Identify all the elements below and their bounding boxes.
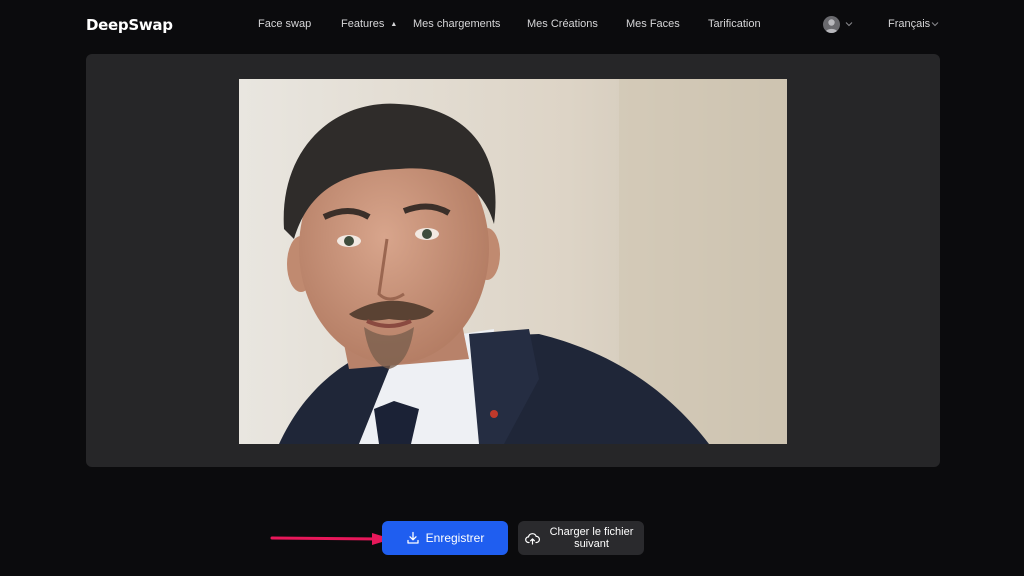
user-icon (825, 19, 838, 33)
chevron-down-icon[interactable] (844, 19, 854, 29)
nav-mes-faces[interactable]: Mes Faces (626, 18, 680, 30)
nav-mes-chargements[interactable]: Mes chargements (413, 18, 500, 30)
upload-next-file-label: Charger le fichier suivant (549, 526, 634, 550)
user-avatar[interactable] (823, 16, 840, 33)
language-chevron-down-icon[interactable] (930, 19, 940, 29)
download-icon (407, 531, 419, 544)
language-selector[interactable]: Français (888, 18, 930, 30)
language-label: Français (888, 18, 931, 30)
portrait-illustration (239, 79, 787, 444)
annotation-arrow (270, 533, 392, 545)
nav-tarification[interactable]: Tarification (708, 18, 761, 30)
page: DeepSwap Face swap Features ▲ Mes chargem… (0, 0, 1024, 576)
deepswap-logo[interactable]: DeepSwap (86, 16, 173, 34)
upload-next-file-button[interactable]: Charger le fichier suivant (518, 521, 644, 555)
face-swap-result-image (239, 79, 787, 444)
cloud-upload-icon (524, 532, 540, 545)
nav-features-label: Features (341, 18, 385, 30)
caret-up-icon: ▲ (390, 21, 398, 28)
top-navigation: DeepSwap Face swap Features ▲ Mes chargem… (0, 0, 1024, 50)
save-button-label: Enregistrer (425, 531, 485, 545)
nav-mes-creations[interactable]: Mes Créations (527, 18, 598, 30)
nav-features[interactable]: Features ▲ (341, 18, 397, 30)
nav-face-swap[interactable]: Face swap (258, 18, 311, 30)
save-button[interactable]: Enregistrer (382, 521, 508, 555)
